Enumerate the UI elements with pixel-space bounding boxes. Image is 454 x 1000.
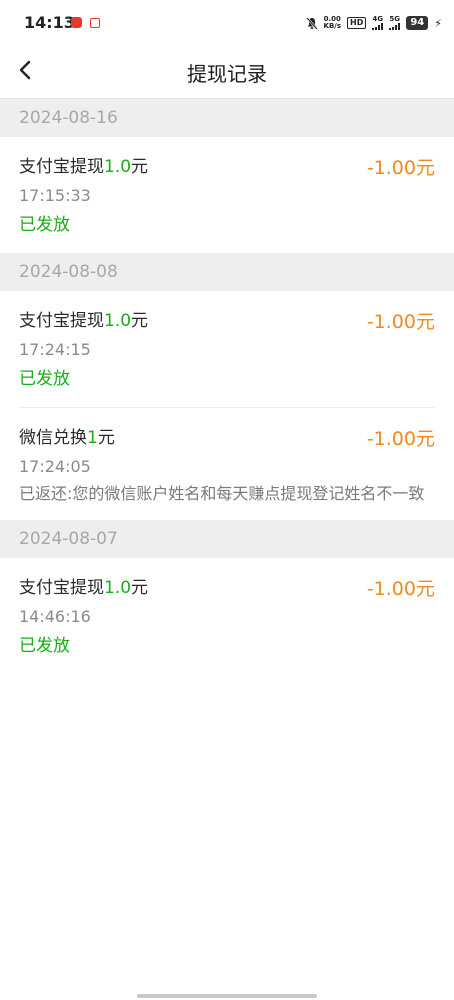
signal-4g: 4G — [372, 15, 384, 30]
record-amount: -1.00元 — [366, 157, 435, 179]
signal-5g-label: 5G — [389, 15, 400, 23]
record-title-number: 1 — [87, 428, 98, 448]
record-title-number: 1.0 — [104, 311, 132, 331]
record-title-suffix: 元 — [131, 311, 149, 331]
charging-bolt-icon: ⚡ — [434, 16, 442, 30]
date-header: 2024-08-07 — [0, 520, 454, 558]
record-time: 17:15:33 — [19, 186, 91, 205]
home-indicator[interactable] — [137, 994, 317, 998]
record-amount: -1.00元 — [366, 311, 435, 333]
record-group: 支付宝提现1.0元 -1.00元 14:46:16 已发放 — [0, 558, 454, 674]
date-header: 2024-08-16 — [0, 99, 454, 137]
record-item[interactable]: 支付宝提现1.0元 -1.00元 17:24:15 已发放 — [19, 291, 435, 408]
record-title-prefix: 微信兑换 — [19, 428, 87, 448]
hd-badge: HD — [347, 17, 367, 29]
navigation-bar: 提现记录 — [0, 44, 454, 99]
record-amount: -1.00元 — [366, 428, 435, 450]
record-time: 14:46:16 — [19, 607, 91, 626]
network-speed-unit: KB/s — [323, 22, 341, 30]
record-status: 已发放 — [19, 215, 70, 235]
record-time: 17:24:05 — [19, 457, 91, 476]
record-title-suffix: 元 — [97, 428, 115, 448]
record-item[interactable]: 微信兑换1元 -1.00元 17:24:05 已返还:您的微信账户姓名和每天赚点… — [19, 408, 435, 520]
signal-bars-icon — [372, 23, 384, 30]
status-bar: 14:13 0.00 KB/s HD 4G 5G 94 ⚡ — [0, 0, 454, 44]
status-right-cluster: 0.00 KB/s HD 4G 5G 94 ⚡ — [305, 14, 442, 32]
battery-level: 94 — [406, 16, 429, 30]
withdrawal-record-list: 2024-08-16 支付宝提现1.0元 -1.00元 17:15:33 已发放… — [0, 99, 454, 674]
record-title-suffix: 元 — [131, 578, 149, 598]
record-title-prefix: 支付宝提现 — [19, 311, 104, 331]
record-status: 已发放 — [19, 636, 70, 656]
record-title-prefix: 支付宝提现 — [19, 578, 104, 598]
record-title-number: 1.0 — [104, 578, 132, 598]
record-item[interactable]: 支付宝提现1.0元 -1.00元 17:15:33 已发放 — [19, 137, 435, 253]
record-amount: -1.00元 — [366, 578, 435, 600]
status-time: 14:13 — [24, 13, 75, 32]
record-title-number: 1.0 — [104, 157, 132, 177]
signal-5g: 5G — [389, 15, 401, 30]
record-group: 支付宝提现1.0元 -1.00元 17:24:15 已发放 微信兑换1元 -1.… — [0, 291, 454, 520]
mute-bell-icon — [305, 16, 318, 30]
page-title: 提现记录 — [187, 62, 267, 86]
record-status: 已返还:您的微信账户姓名和每天赚点提现登记姓名不一致 — [19, 484, 425, 503]
signal-bars-icon — [389, 23, 401, 30]
app-notification-icon — [71, 17, 82, 28]
network-speed: 0.00 KB/s — [324, 16, 341, 30]
signal-4g-label: 4G — [372, 15, 383, 23]
record-title-suffix: 元 — [131, 157, 149, 177]
date-header: 2024-08-08 — [0, 253, 454, 291]
record-status: 已发放 — [19, 369, 70, 389]
record-group: 支付宝提现1.0元 -1.00元 17:15:33 已发放 — [0, 137, 454, 253]
record-item[interactable]: 支付宝提现1.0元 -1.00元 14:46:16 已发放 — [19, 558, 435, 674]
record-title-prefix: 支付宝提现 — [19, 157, 104, 177]
record-time: 17:24:15 — [19, 340, 91, 359]
app-notification-icon-2 — [90, 18, 100, 28]
